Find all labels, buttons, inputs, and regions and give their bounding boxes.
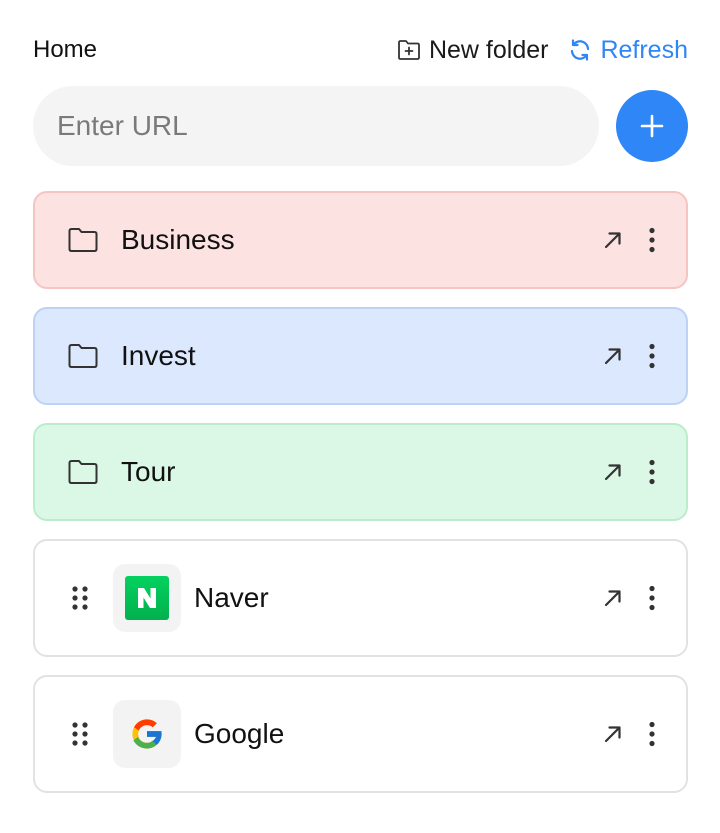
url-row: [33, 86, 688, 166]
folder-plus-icon: [398, 40, 420, 60]
naver-favicon-icon: [113, 564, 181, 632]
more-vertical-icon[interactable]: [648, 585, 656, 611]
refresh-label: Refresh: [600, 35, 688, 64]
folder-icon: [68, 228, 98, 252]
open-arrow-icon[interactable]: [602, 723, 624, 745]
link-label: Google: [194, 718, 285, 749]
new-folder-label: New folder: [428, 35, 549, 64]
drag-handle-icon[interactable]: [69, 721, 91, 747]
folder-label: Invest: [121, 340, 196, 371]
folder-icon: [68, 344, 98, 368]
header: Home New folder Refresh: [33, 30, 688, 70]
add-url-button[interactable]: [616, 90, 688, 162]
open-arrow-icon[interactable]: [602, 345, 624, 367]
folder-card-business[interactable]: Business: [33, 191, 688, 289]
open-arrow-icon[interactable]: [602, 229, 624, 251]
drag-handle-icon[interactable]: [69, 585, 91, 611]
google-favicon-icon: [113, 700, 181, 768]
new-folder-button[interactable]: New folder: [397, 35, 549, 65]
link-card-google[interactable]: Google: [33, 675, 688, 793]
refresh-button[interactable]: Refresh: [568, 36, 688, 65]
refresh-icon: [571, 39, 590, 61]
open-arrow-icon[interactable]: [602, 587, 624, 609]
link-card-naver[interactable]: Naver: [33, 539, 688, 657]
open-arrow-icon[interactable]: [602, 461, 624, 483]
more-vertical-icon[interactable]: [648, 343, 656, 369]
folder-card-tour[interactable]: Tour: [33, 423, 688, 521]
folder-icon: [68, 460, 98, 484]
link-label: Naver: [194, 582, 269, 613]
folder-label: Business: [121, 224, 235, 255]
header-actions: New folder Refresh: [397, 36, 688, 65]
folder-card-invest[interactable]: Invest: [33, 307, 688, 405]
plus-icon: [640, 114, 664, 138]
breadcrumb-home[interactable]: Home: [33, 36, 97, 64]
more-vertical-icon[interactable]: [648, 227, 656, 253]
more-vertical-icon[interactable]: [648, 721, 656, 747]
more-vertical-icon[interactable]: [648, 459, 656, 485]
url-input[interactable]: [33, 86, 599, 166]
folder-label: Tour: [121, 456, 176, 487]
